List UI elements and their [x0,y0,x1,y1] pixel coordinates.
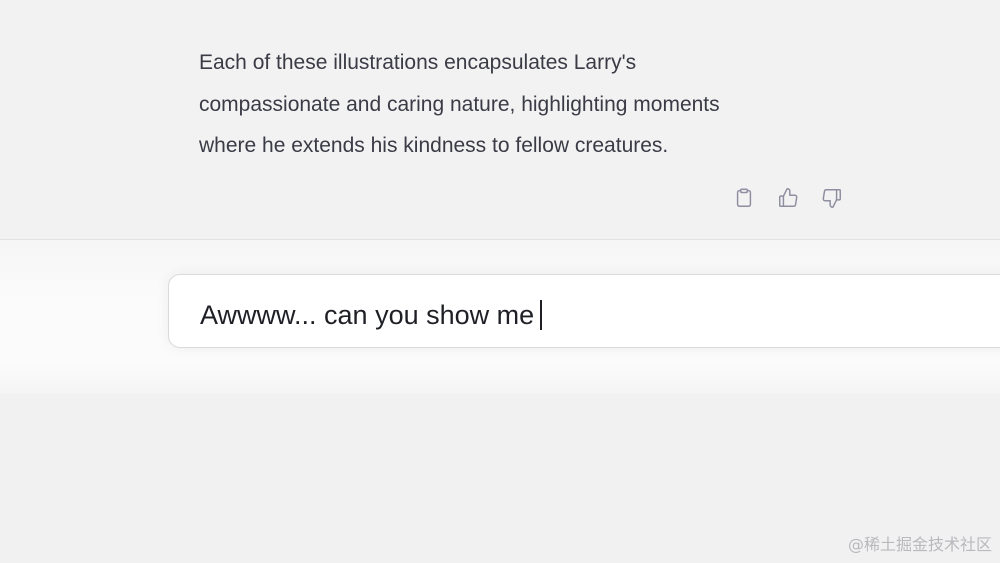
message-line: where he extends his kindness to fellow … [199,134,669,157]
assistant-message-text: Each of these illustrations encapsulates… [199,42,839,167]
message-input-value: Awwww... can you show me [200,300,535,330]
watermark: @稀土掘金技术社区 [847,535,992,554]
copy-button[interactable] [730,184,758,212]
thumbs-up-button[interactable] [774,184,802,212]
message-input-box[interactable]: Awwww... can you show me [168,274,1000,348]
message-input[interactable]: Awwww... can you show me [200,297,543,333]
message-line: compassionate and caring nature, highlig… [199,92,720,116]
thumbs-down-icon [822,189,841,208]
thumbs-up-icon [779,188,798,207]
thumbs-down-button[interactable] [818,184,846,212]
message-actions [730,184,846,212]
message-line: Each of these illustrations encapsulates… [199,51,637,74]
text-caret [540,300,543,330]
assistant-message: Each of these illustrations encapsulates… [0,0,1000,240]
clipboard-icon [736,188,752,207]
